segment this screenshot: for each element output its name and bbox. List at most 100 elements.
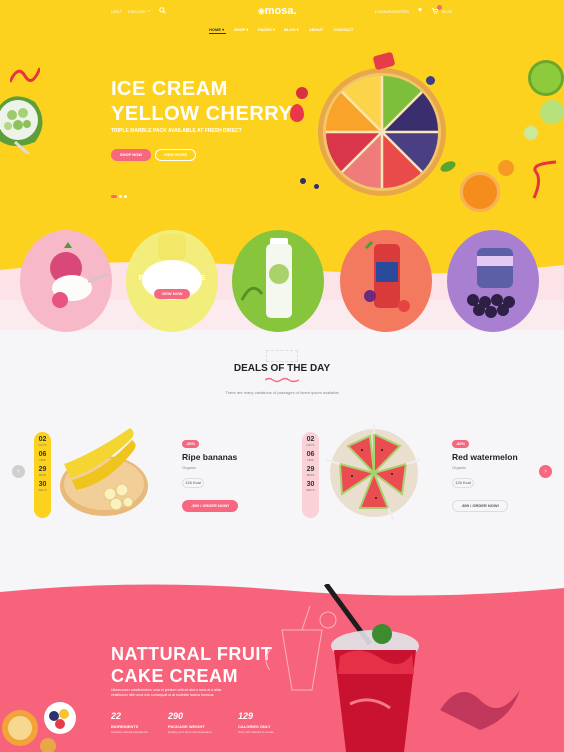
chevron-down-icon: ▾ <box>120 9 122 13</box>
slider-dot[interactable] <box>119 195 122 198</box>
nav-item-pages[interactable]: PAGES ▾ <box>258 27 275 32</box>
logo-text: mosa. <box>264 5 297 17</box>
nav-active-underline <box>209 33 226 34</box>
cucumber-slice-image <box>524 126 538 140</box>
blueberry-image <box>426 76 435 85</box>
countdown-label: SECS <box>38 488 47 492</box>
nav-label: SHOP <box>234 27 246 32</box>
nav-label: CONTACT <box>334 27 354 32</box>
nav-label: HOME <box>209 27 221 32</box>
watermelon-product-image[interactable] <box>322 424 426 522</box>
view-now-button[interactable]: VIEW NOW <box>154 289 190 299</box>
category-circle-icecream[interactable] <box>20 230 112 332</box>
splash-decoration <box>440 690 520 730</box>
product-name[interactable]: Ripe bananas <box>182 452 237 462</box>
blueberry-image <box>314 184 319 189</box>
strawberry-image <box>296 87 308 99</box>
orange-image <box>498 160 514 176</box>
countdown-label: SECS <box>306 488 315 492</box>
product-category: Organic <box>452 465 467 470</box>
countdown-hours: 06 <box>38 451 47 458</box>
main-nav: HOME ▾ SHOP ▾ PAGES ▾ BLOG ▾ ABOUT CONTA… <box>0 27 564 37</box>
chevron-down-icon: ▾ <box>148 9 150 13</box>
view-more-button[interactable]: VIEW MORE <box>155 149 196 161</box>
order-now-button[interactable]: -$99 / ORDER NOW! <box>452 500 508 512</box>
nav-item-shop[interactable]: SHOP ▾ <box>234 27 248 32</box>
food-bowls-image <box>0 688 80 752</box>
leaf-icon: ❀ <box>258 7 265 16</box>
heart-icon[interactable]: ♥ <box>418 7 422 14</box>
category-circle-berries[interactable] <box>340 230 432 332</box>
countdown-label: MINS <box>306 473 315 477</box>
stat-description: Quality your store and reputation <box>168 730 212 734</box>
discount-badge: -30% <box>182 440 199 448</box>
nav-item-contact[interactable]: CONTACT <box>334 27 353 32</box>
hero-subtitle: TRIPLE MARBLE PACK AVAILABLE AT FRESH DI… <box>111 128 242 134</box>
nav-label: PAGES <box>258 27 272 32</box>
shop-now-button[interactable]: SHOP NOW <box>111 149 151 161</box>
chevron-right-icon: › <box>544 468 547 475</box>
stat-label: INGREDIENTS <box>111 724 139 729</box>
stat-label: CALORIES ONLY <box>238 724 271 729</box>
countdown-seconds: 30 <box>306 481 315 488</box>
nav-item-blog[interactable]: BLOG ▾ <box>284 27 299 32</box>
discount-badge: -30% <box>452 440 469 448</box>
lime-slice-image <box>540 100 564 124</box>
countdown-minutes: 29 <box>306 466 315 473</box>
deals-subtitle: There are many variations of passages of… <box>225 390 339 395</box>
countdown-hours: 06 <box>306 451 315 458</box>
nav-item-home[interactable]: HOME ▾ <box>209 27 224 32</box>
top-bar: USD ▾ ENGLISH ▾ ❀mosa. LOGIN/REGISTER ♥ … <box>0 5 564 18</box>
carousel-prev-button[interactable]: ‹ <box>12 465 25 478</box>
nav-label: ABOUT <box>309 27 324 32</box>
hero-title-line2: YELLOW CHERRY <box>111 103 293 125</box>
banana-product-image[interactable] <box>52 424 158 520</box>
countdown-days: 02 <box>38 436 47 443</box>
countdown-label: DAYS <box>306 443 315 447</box>
countdown-timer: 02 DAYS 06 HRS 29 MINS 30 SECS <box>34 432 51 518</box>
category-circle-pineapple[interactable]: PINEAPPLE JUICE VIEW NOW <box>126 230 218 332</box>
order-now-button[interactable]: -$99 / ORDER NOW! <box>182 500 238 512</box>
smoothie-cup-image <box>320 582 430 752</box>
stat-description: Only 129 calories in a cake <box>238 730 275 734</box>
logo[interactable]: ❀mosa. <box>258 5 297 17</box>
stat-number: 290 <box>168 711 184 721</box>
countdown-seconds: 30 <box>38 481 47 488</box>
orange-slice-image <box>460 172 500 212</box>
carousel-next-button[interactable]: › <box>539 465 552 478</box>
promo-text: Ullamcorper condimentum urna et pretium … <box>111 688 222 697</box>
countdown-label: HRS <box>39 458 46 462</box>
stat-description: Includes natural ingredients <box>111 730 148 734</box>
product-calories: 126 Kcal <box>182 478 204 488</box>
countdown-label: MINS <box>38 473 47 477</box>
cart-total: $0.00 <box>442 9 453 14</box>
slider-dot[interactable] <box>124 195 127 198</box>
wave-underline-icon <box>265 377 299 383</box>
currency-select[interactable]: USD <box>111 9 119 14</box>
search-icon[interactable] <box>159 7 166 14</box>
product-category: Organic <box>182 465 197 470</box>
login-link[interactable]: LOGIN/REGISTER <box>375 9 409 14</box>
nav-label: BLOG <box>284 27 296 32</box>
category-circle-juice-bottle[interactable] <box>232 230 324 332</box>
lime-image <box>528 60 564 96</box>
promo-title-line1: NATTURAL FRUIT <box>111 644 273 664</box>
chevron-left-icon: ‹ <box>17 468 20 475</box>
countdown-minutes: 29 <box>38 466 47 473</box>
countdown-days: 02 <box>306 436 315 443</box>
category-circle-grapes[interactable] <box>447 230 539 332</box>
deals-title: DEALS OF THE DAY <box>233 363 331 374</box>
strawberry-image <box>290 104 304 122</box>
slider-dot-active[interactable] <box>111 195 117 198</box>
language-select[interactable]: ENGLISH <box>128 9 146 14</box>
countdown-label: DAYS <box>38 443 47 447</box>
countdown-timer: 02 DAYS 06 HRS 29 MINS 30 SECS <box>302 432 319 518</box>
product-name[interactable]: Red watermelon <box>452 452 518 462</box>
countdown-label: HRS <box>307 458 314 462</box>
promo-section: NATTURAL FRUIT CAKE CREAM Ullamcorper co… <box>0 580 564 752</box>
watermark-icon <box>266 350 298 362</box>
nav-item-about[interactable]: ABOUT <box>309 27 323 32</box>
stat-number: 129 <box>238 711 254 721</box>
blueberry-image <box>300 178 306 184</box>
category-label-pineapple: PINEAPPLE JUICE <box>138 273 206 282</box>
